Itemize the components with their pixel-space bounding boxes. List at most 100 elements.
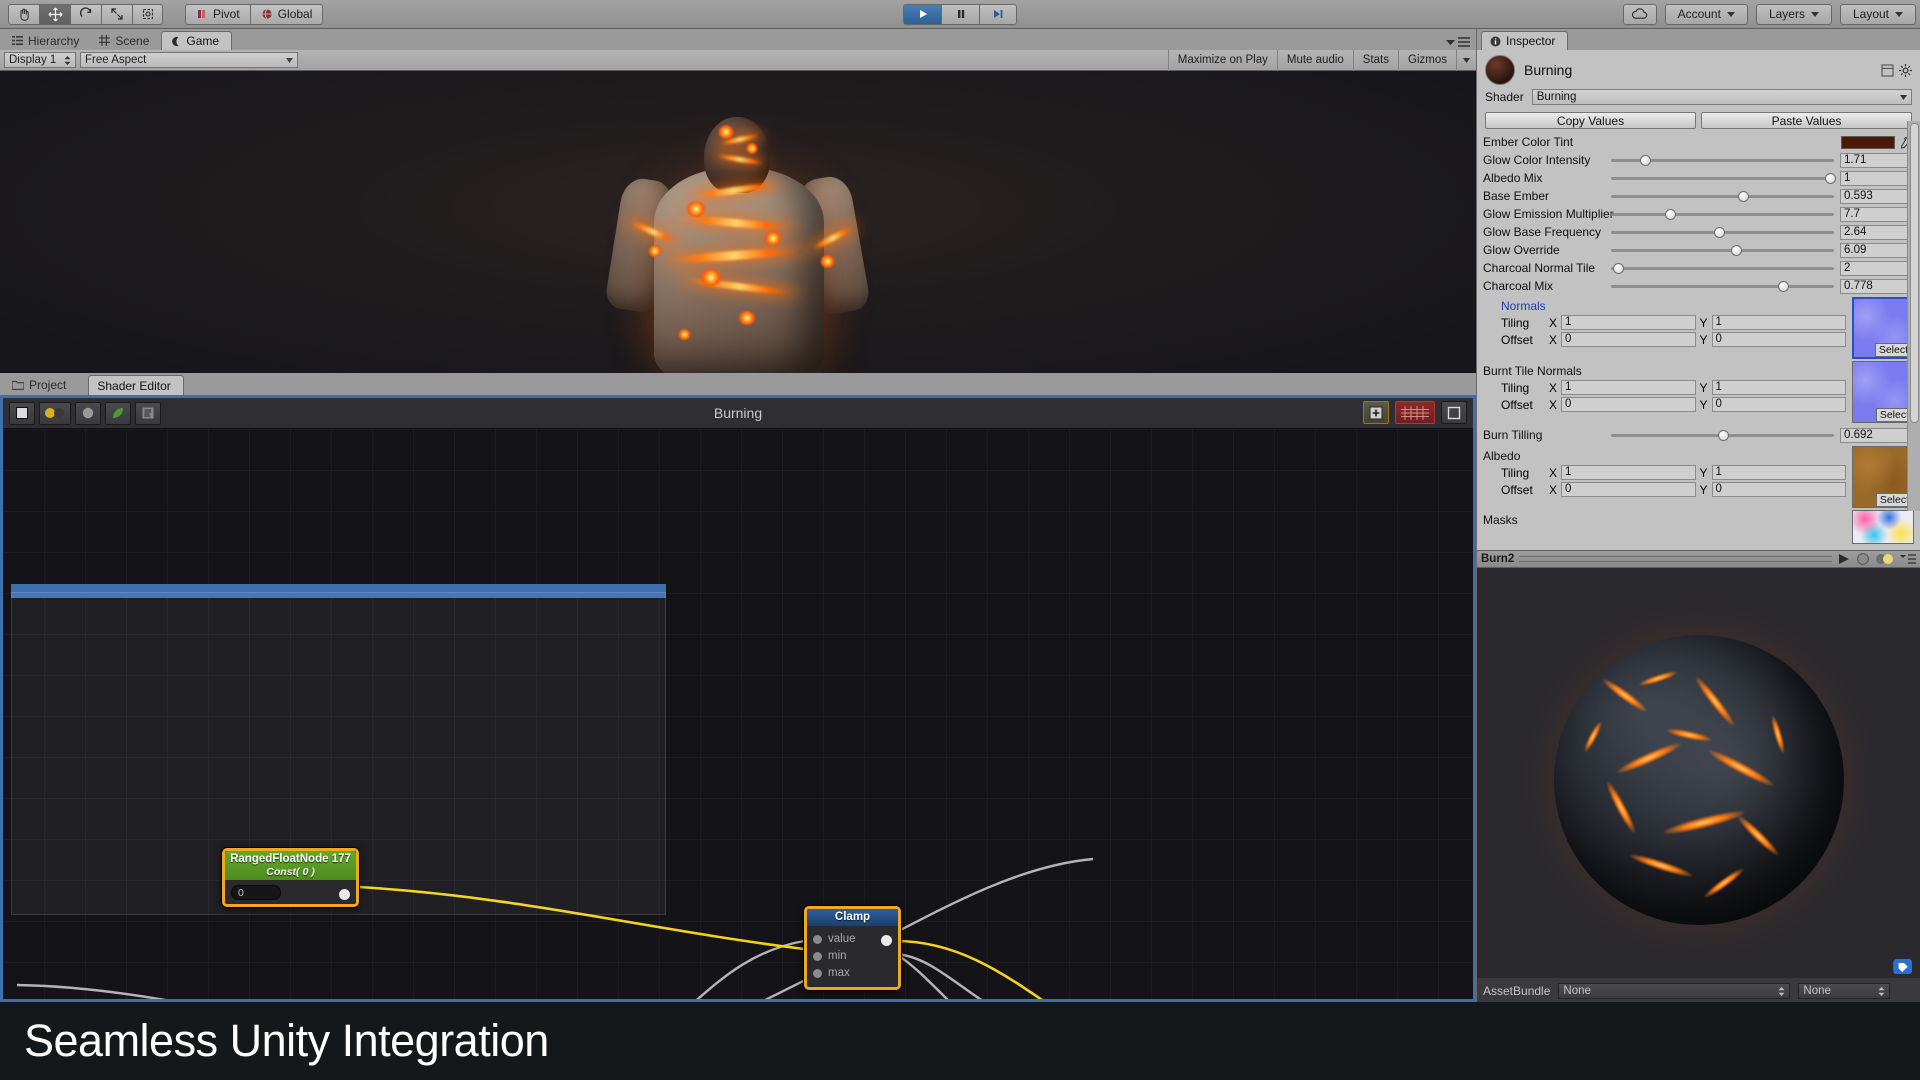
pause-button[interactable] — [941, 4, 979, 25]
property-value[interactable]: 7.7 — [1840, 207, 1914, 222]
shader-leaf-button[interactable] — [105, 402, 131, 425]
shader-node-canvas[interactable]: SHADER Burning MATERIAL Burning RangedFl… — [3, 429, 1473, 999]
normals-texture-slot[interactable]: Select — [1852, 297, 1914, 359]
lighting-preview-icon[interactable] — [1875, 552, 1895, 566]
node-output-port[interactable] — [339, 889, 350, 900]
masks-texture-slot[interactable] — [1852, 510, 1914, 544]
view-options-menu[interactable] — [1446, 37, 1470, 47]
shader-grid-button[interactable] — [1395, 401, 1435, 424]
shader-open-button[interactable] — [9, 402, 35, 425]
albedo-texture-slot[interactable]: Select — [1852, 446, 1914, 508]
rect-tool-button[interactable] — [132, 4, 163, 25]
offset-y-input[interactable]: 0 — [1712, 397, 1846, 412]
tab-hierarchy[interactable]: Hierarchy — [4, 31, 91, 50]
property-slider[interactable] — [1611, 225, 1834, 239]
copy-values-button[interactable]: Copy Values — [1485, 112, 1696, 129]
property-slider[interactable] — [1611, 171, 1834, 185]
display-dropdown[interactable]: Display 1 — [4, 52, 76, 68]
gizmos-button[interactable]: Gizmos — [1398, 50, 1456, 71]
property-slider[interactable] — [1611, 428, 1834, 442]
tiling-y-input[interactable]: 1 — [1712, 315, 1846, 330]
assetbundle-dropdown[interactable]: None — [1558, 983, 1790, 999]
maximize-on-play-toggle[interactable]: Maximize on Play — [1168, 50, 1277, 71]
slider-knob[interactable] — [1731, 245, 1742, 256]
account-button[interactable]: Account — [1665, 4, 1748, 25]
slider-knob[interactable] — [1718, 430, 1729, 441]
tab-project[interactable]: Project — [4, 375, 78, 395]
property-slider[interactable] — [1611, 207, 1834, 221]
node-ranged-float-177[interactable]: RangedFloatNode 177 Const( 0 ) 0 — [222, 848, 359, 907]
play-button[interactable] — [903, 4, 941, 25]
inspector-scrollbar-thumb[interactable] — [1910, 123, 1919, 423]
preview-options-menu-icon[interactable] — [1900, 554, 1916, 564]
pivot-button[interactable]: Pivot — [185, 4, 251, 25]
paste-values-button[interactable]: Paste Values — [1701, 112, 1912, 129]
property-slider[interactable] — [1611, 243, 1834, 257]
property-value[interactable]: 0.692 — [1840, 428, 1914, 443]
scale-tool-button[interactable] — [101, 4, 132, 25]
node-clamp[interactable]: Clamp value min max — [804, 906, 901, 990]
move-tool-button[interactable] — [39, 4, 70, 25]
offset-x-input[interactable]: 0 — [1561, 332, 1695, 347]
tab-shader-editor[interactable]: Shader Editor — [88, 375, 183, 395]
gizmos-dropdown[interactable] — [1456, 50, 1476, 71]
offset-y-input[interactable]: 0 — [1712, 482, 1846, 497]
property-value[interactable]: 2 — [1840, 261, 1914, 276]
slider-knob[interactable] — [1613, 263, 1624, 274]
collab-cloud-button[interactable] — [1623, 4, 1657, 25]
gear-icon[interactable] — [1899, 64, 1912, 77]
preset-icon[interactable] — [1881, 64, 1894, 77]
shader-preview-button[interactable] — [75, 402, 101, 425]
property-slider[interactable] — [1611, 189, 1834, 203]
play-preview-icon[interactable] — [1837, 553, 1851, 565]
offset-y-input[interactable]: 0 — [1712, 332, 1846, 347]
shader-dropdown[interactable]: Burning — [1532, 89, 1912, 105]
global-button[interactable]: Global — [251, 4, 324, 25]
shader-code-button[interactable] — [135, 402, 161, 425]
node-input-port-max[interactable]: max — [813, 965, 892, 982]
property-value[interactable]: 1.71 — [1840, 153, 1914, 168]
inspector-scrollbar[interactable] — [1907, 121, 1920, 511]
node-input-port-min[interactable]: min — [813, 948, 892, 965]
material-preview-area[interactable] — [1477, 568, 1920, 992]
hand-tool-button[interactable] — [8, 4, 39, 25]
burnt-tile-normals-texture-slot[interactable]: Select — [1852, 361, 1914, 423]
tiling-x-input[interactable]: 1 — [1561, 315, 1695, 330]
property-value[interactable]: 2.64 — [1840, 225, 1914, 240]
section-label-normals[interactable]: Normals — [1501, 297, 1846, 314]
tab-game[interactable]: Game — [161, 31, 232, 50]
node-value-field[interactable]: 0 — [231, 885, 281, 900]
tiling-y-input[interactable]: 1 — [1712, 465, 1846, 480]
tiling-y-input[interactable]: 1 — [1712, 380, 1846, 395]
shader-material-button[interactable] — [39, 402, 71, 425]
rotate-tool-button[interactable] — [70, 4, 101, 25]
property-value[interactable]: 6.09 — [1840, 243, 1914, 258]
assetbundle-variant-dropdown[interactable]: None — [1798, 983, 1890, 999]
tiling-x-input[interactable]: 1 — [1561, 380, 1695, 395]
property-value[interactable]: 0.593 — [1840, 189, 1914, 204]
slider-knob[interactable] — [1714, 227, 1725, 238]
offset-x-input[interactable]: 0 — [1561, 397, 1695, 412]
game-viewport[interactable] — [0, 71, 1476, 373]
property-slider[interactable] — [1611, 261, 1834, 275]
color-swatch[interactable] — [1841, 136, 1895, 149]
aspect-dropdown[interactable]: Free Aspect — [80, 52, 298, 68]
step-button[interactable] — [979, 4, 1017, 25]
property-value[interactable]: 1 — [1840, 171, 1914, 186]
shader-add-node-button[interactable] — [1363, 401, 1389, 424]
tag-icon[interactable] — [1893, 959, 1912, 974]
layout-button[interactable]: Layout — [1840, 4, 1916, 25]
sphere-preview-icon[interactable] — [1856, 552, 1870, 566]
shader-fullscreen-button[interactable] — [1441, 401, 1467, 424]
layers-button[interactable]: Layers — [1756, 4, 1832, 25]
slider-knob[interactable] — [1665, 209, 1676, 220]
tiling-x-input[interactable]: 1 — [1561, 465, 1695, 480]
stats-toggle[interactable]: Stats — [1353, 50, 1398, 71]
property-slider[interactable] — [1611, 153, 1834, 167]
slider-knob[interactable] — [1778, 281, 1789, 292]
slider-knob[interactable] — [1640, 155, 1651, 166]
slider-knob[interactable] — [1825, 173, 1836, 184]
property-slider[interactable] — [1611, 279, 1834, 293]
tab-scene[interactable]: Scene — [91, 31, 161, 50]
tab-inspector[interactable]: Inspector — [1481, 31, 1568, 50]
